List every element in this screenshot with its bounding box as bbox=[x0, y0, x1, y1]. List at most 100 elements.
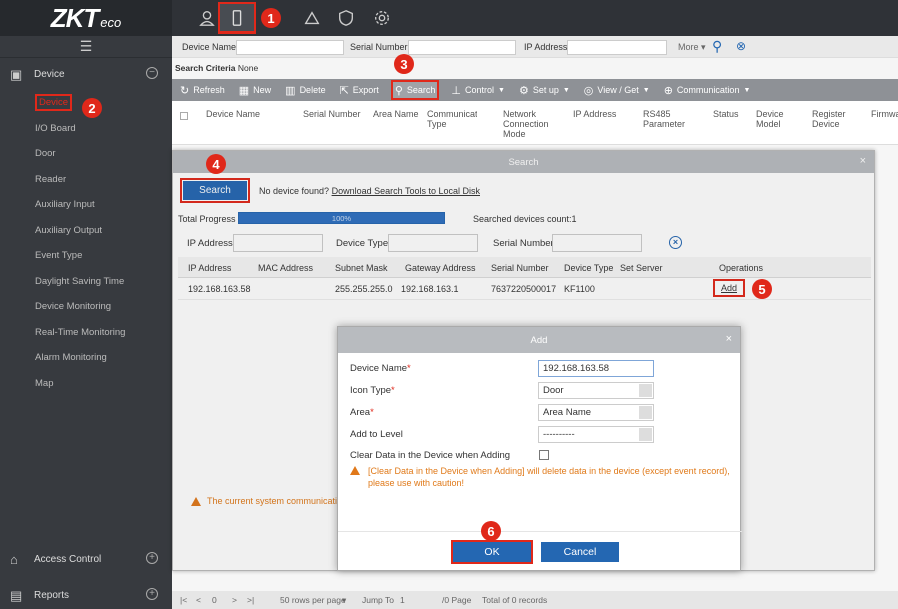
search-icon[interactable]: ⚲ bbox=[712, 38, 722, 55]
logo-suffix: eco bbox=[100, 14, 122, 30]
column-header[interactable]: Status bbox=[713, 109, 739, 119]
step-badge: 2 bbox=[82, 98, 102, 118]
warning-text: [Clear Data in the Device when Adding] w… bbox=[368, 466, 730, 488]
sidebar-item-label: Alarm Monitoring bbox=[35, 352, 107, 364]
next-page-button[interactable]: > bbox=[232, 595, 237, 605]
delete-button[interactable]: ▥ Delete bbox=[283, 80, 327, 100]
jump-page-input[interactable]: 1 bbox=[400, 595, 405, 605]
column-header[interactable]: Device Name bbox=[206, 109, 260, 119]
ip-address-filter-input[interactable] bbox=[567, 40, 667, 55]
attendance-icon[interactable] bbox=[300, 6, 324, 30]
ok-button[interactable]: OK bbox=[451, 540, 533, 564]
chevron-down-icon: ▼ bbox=[498, 86, 505, 94]
prev-page-button[interactable]: < bbox=[196, 595, 201, 605]
setup-dropdown[interactable]: ⚙ Set up ▼ bbox=[517, 80, 572, 100]
icon-type-select[interactable]: Door bbox=[538, 382, 654, 399]
select-all-checkbox[interactable] bbox=[180, 112, 188, 120]
control-dropdown[interactable]: ⊥ Control ▼ bbox=[449, 80, 507, 100]
first-page-button[interactable]: |< bbox=[180, 595, 187, 605]
communication-dropdown[interactable]: ⊕ Communication ▼ bbox=[662, 80, 753, 100]
search-label: Search bbox=[406, 85, 436, 95]
sidebar-item-label: Daylight Saving Time bbox=[35, 275, 125, 287]
last-page-button[interactable]: >| bbox=[247, 595, 254, 605]
more-label: More bbox=[678, 42, 699, 52]
sidebar-item-auxiliary-input[interactable]: Auxiliary Input bbox=[0, 192, 172, 218]
sidebar-item-label: I/O Board bbox=[35, 122, 76, 134]
export-icon: ⇱ bbox=[339, 84, 349, 97]
gear-icon: ⚙ bbox=[518, 84, 529, 97]
sidebar-item-label: Door bbox=[35, 148, 56, 160]
cancel-button[interactable]: Cancel bbox=[541, 542, 619, 562]
level-select[interactable]: ---------- bbox=[538, 426, 654, 443]
device-group-icon: ▣ bbox=[10, 67, 23, 82]
ip-address-label: IP Address bbox=[524, 42, 568, 52]
sidebar-item-event-type[interactable]: Event Type bbox=[0, 243, 172, 269]
step-badge: 5 bbox=[752, 279, 772, 299]
export-button[interactable]: ⇱ Export bbox=[338, 80, 381, 100]
device-tab-icon[interactable] bbox=[218, 2, 256, 34]
rows-chevron-icon: ▾ bbox=[342, 595, 347, 605]
close-icon[interactable]: × bbox=[726, 333, 732, 345]
column-header[interactable]: Register Device bbox=[812, 109, 852, 129]
sidebar-item-daylight-saving[interactable]: Daylight Saving Time bbox=[0, 269, 172, 295]
jump-label: Jump To bbox=[362, 595, 394, 605]
column-header[interactable]: Device Model bbox=[756, 109, 796, 129]
select-value: Door bbox=[543, 385, 564, 396]
clear-filter-icon[interactable]: ⊗ bbox=[736, 39, 746, 53]
warning-icon bbox=[350, 466, 360, 475]
more-dropdown[interactable]: More ▾ bbox=[678, 42, 706, 53]
search-device-button[interactable]: ⚲ Search bbox=[390, 80, 440, 100]
column-header[interactable]: Area Name bbox=[373, 109, 419, 119]
column-header[interactable]: IP Address bbox=[573, 109, 616, 119]
column-header[interactable]: Serial Number bbox=[303, 109, 361, 119]
sidebar-item-device-monitoring[interactable]: Device Monitoring bbox=[0, 294, 172, 320]
expand-icon[interactable]: + bbox=[146, 552, 158, 564]
expand-icon[interactable]: + bbox=[146, 588, 158, 600]
serial-number-filter-input[interactable] bbox=[408, 40, 516, 55]
select-value: ---------- bbox=[543, 429, 575, 440]
pagination-bar: |< < 0 > >| 50 rows per page ▾ Jump To 1… bbox=[172, 591, 898, 609]
column-header[interactable]: Communication Type bbox=[427, 109, 477, 129]
column-header[interactable]: RS485 Parameter bbox=[643, 109, 693, 129]
sidebar-item-door[interactable]: Door bbox=[0, 141, 172, 167]
sidebar-group-reports[interactable]: ▤ Reports + bbox=[0, 579, 172, 609]
select-value: Area Name bbox=[543, 407, 592, 418]
sidebar-item-map[interactable]: Map bbox=[0, 371, 172, 397]
sidebar-item-auxiliary-output[interactable]: Auxiliary Output bbox=[0, 218, 172, 244]
communication-label: Communication bbox=[676, 85, 740, 95]
area-select[interactable]: Area Name bbox=[538, 404, 654, 421]
user-icon[interactable] bbox=[195, 6, 219, 30]
sidebar: ☰ ▣ Device − Device I/O Board Door Reade… bbox=[0, 36, 172, 609]
shield-icon[interactable] bbox=[334, 6, 358, 30]
device-name-filter-input[interactable] bbox=[236, 40, 344, 55]
total-pages: /0 Page bbox=[442, 595, 472, 605]
sidebar-group-device[interactable]: ▣ Device − bbox=[0, 58, 172, 90]
setup-label: Set up bbox=[532, 85, 559, 95]
column-header[interactable]: Network Connection Mode bbox=[503, 109, 555, 139]
chevron-down-icon: ▼ bbox=[562, 86, 570, 94]
clear-data-checkbox[interactable] bbox=[539, 450, 549, 460]
top-bar: ZKT eco bbox=[0, 0, 898, 36]
lock-icon: ⌂ bbox=[10, 552, 18, 567]
sidebar-item-realtime-monitoring[interactable]: Real-Time Monitoring bbox=[0, 320, 172, 346]
required-mark: * bbox=[407, 363, 411, 374]
add-dialog-title: Add × bbox=[338, 327, 740, 353]
sidebar-item-alarm-monitoring[interactable]: Alarm Monitoring bbox=[0, 345, 172, 371]
refresh-icon: ↻ bbox=[180, 84, 190, 97]
sidebar-group-access-control[interactable]: ⌂ Access Control + bbox=[0, 543, 172, 575]
view-get-dropdown[interactable]: ◎ View / Get ▼ bbox=[582, 80, 652, 100]
column-header[interactable]: Firmwa bbox=[871, 109, 898, 119]
collapse-icon[interactable]: − bbox=[146, 67, 158, 79]
clear-data-warning: [Clear Data in the Device when Adding] w… bbox=[350, 465, 730, 489]
rows-per-page-select[interactable]: 50 rows per page bbox=[280, 595, 346, 605]
new-button[interactable]: ▦ New bbox=[237, 80, 273, 100]
globe-icon: ⊕ bbox=[663, 84, 673, 97]
gear-icon[interactable] bbox=[370, 6, 394, 30]
criteria-value: None bbox=[237, 63, 259, 73]
sidebar-item-io-board[interactable]: I/O Board bbox=[0, 116, 172, 142]
sidebar-item-reader[interactable]: Reader bbox=[0, 167, 172, 193]
sidebar-collapse-icon[interactable]: ☰ bbox=[0, 36, 172, 58]
chevron-down-icon: ▼ bbox=[642, 86, 650, 94]
device-name-input[interactable]: 192.168.163.58 bbox=[538, 360, 654, 377]
refresh-button[interactable]: ↻ Refresh bbox=[178, 80, 227, 100]
